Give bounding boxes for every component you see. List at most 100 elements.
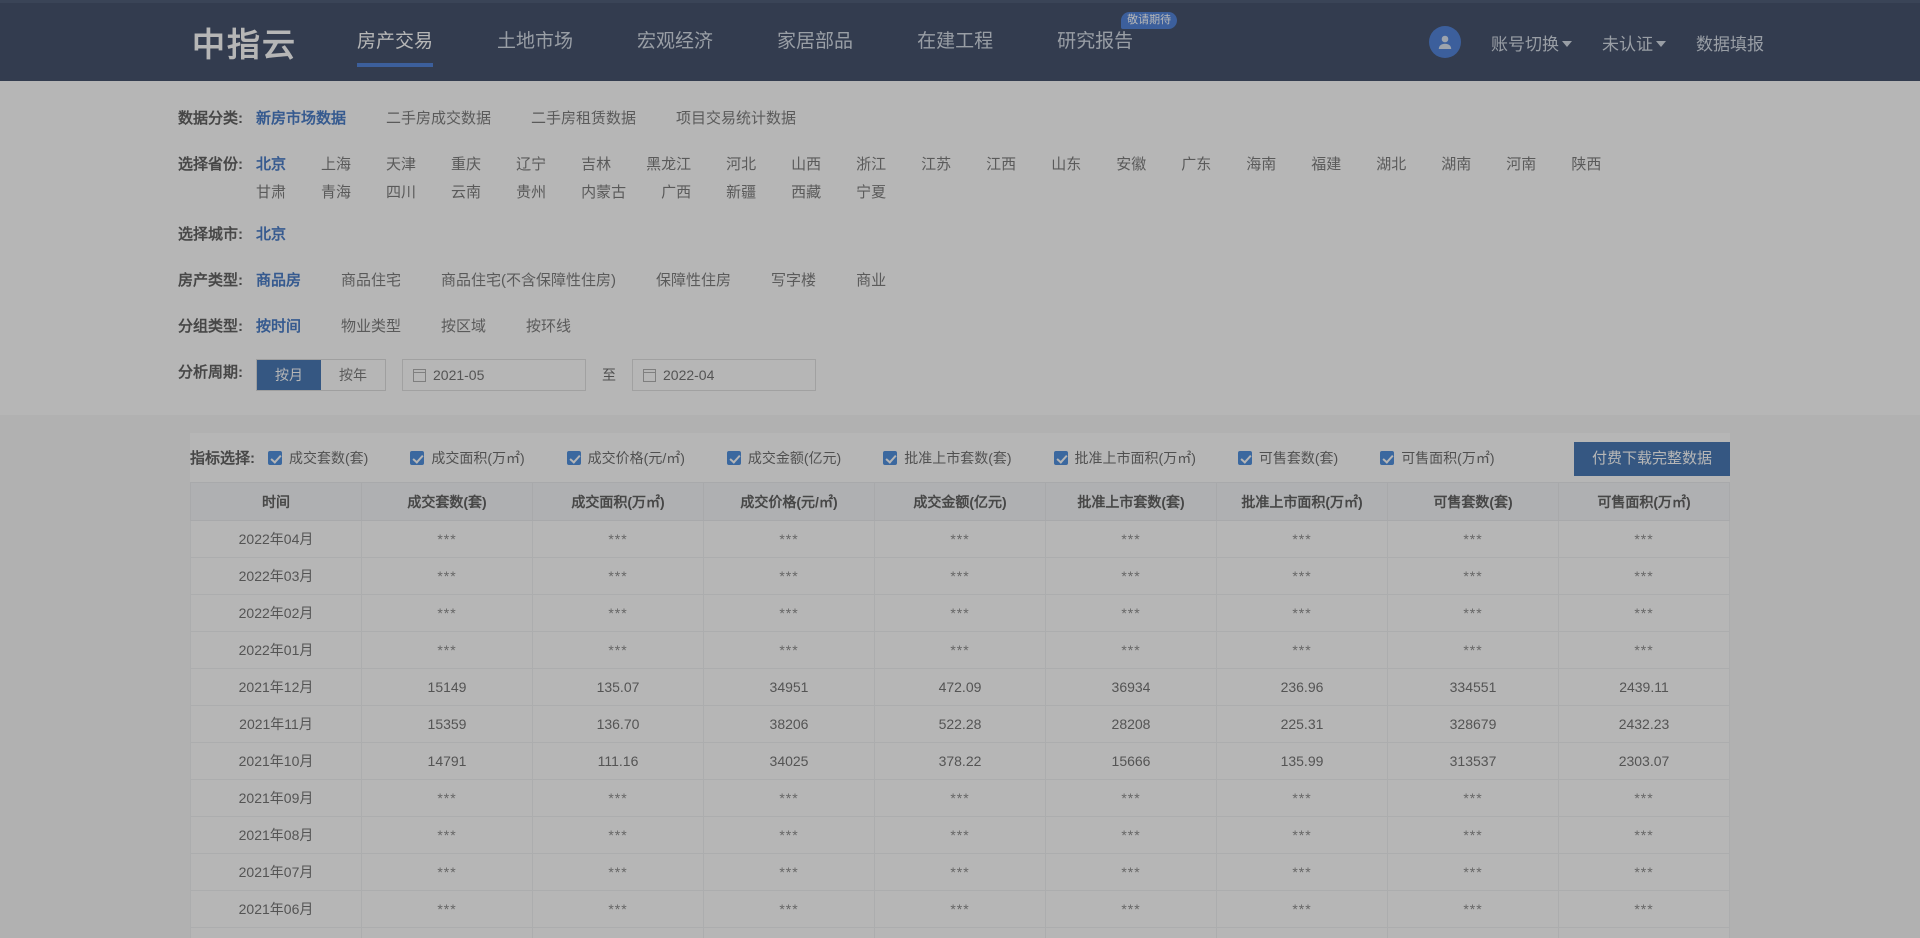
filter-option-group-type-4[interactable]: 按环线 xyxy=(526,313,571,341)
filter-option-province-22[interactable]: 甘肃 xyxy=(256,179,286,207)
filter-option-province-27[interactable]: 内蒙古 xyxy=(581,179,626,207)
indicator-checkbox-7[interactable]: 可售套数(套) xyxy=(1237,448,1339,468)
filter-option-property-type-1[interactable]: 商品房 xyxy=(256,267,301,295)
filter-option-province-1[interactable]: 北京 xyxy=(256,151,286,179)
table-cell-period: 2021年08月 xyxy=(190,816,362,854)
checkbox-checked-icon[interactable] xyxy=(726,450,741,465)
indicator-checkbox-1[interactable]: 成交套数(套) xyxy=(268,448,368,468)
filter-option-province-13[interactable]: 山东 xyxy=(1051,151,1081,179)
indicator-checkbox-6[interactable]: 批准上市面积(万㎡) xyxy=(1053,448,1196,468)
filter-option-province-29[interactable]: 新疆 xyxy=(726,179,756,207)
table-cell-period: 2022年04月 xyxy=(190,520,362,558)
filter-label-period: 分析周期: xyxy=(178,364,243,381)
filter-option-property-type-3[interactable]: 商品住宅(不含保障性住房) xyxy=(441,267,616,295)
filter-option-province-28[interactable]: 广西 xyxy=(661,179,691,207)
account-switch-menu[interactable]: 账号切换 xyxy=(1491,30,1572,55)
filter-option-data-category-1[interactable]: 新房市场数据 xyxy=(256,105,346,133)
filter-option-property-type-5[interactable]: 写字楼 xyxy=(771,267,816,295)
checkbox-checked-icon[interactable] xyxy=(1053,450,1068,465)
filter-option-province-4[interactable]: 重庆 xyxy=(451,151,481,179)
nav-item-5[interactable]: 在建工程 xyxy=(917,3,993,81)
filter-option-province-30[interactable]: 西藏 xyxy=(791,179,821,207)
filter-option-province-19[interactable]: 湖南 xyxy=(1441,151,1471,179)
download-full-data-button[interactable]: 付费下载完整数据 xyxy=(1573,442,1730,476)
nav-item-label: 房产交易 xyxy=(357,30,434,52)
indicator-checkbox-5[interactable]: 批准上市套数(套) xyxy=(883,448,1012,468)
site-logo[interactable]: 中指云 xyxy=(192,18,297,66)
table-cell-value: *** xyxy=(1045,816,1217,854)
indicator-checkbox-2[interactable]: 成交面积(万㎡) xyxy=(410,448,525,468)
filter-option-province-9[interactable]: 山西 xyxy=(791,151,821,179)
table-cell-value: *** xyxy=(1387,816,1559,854)
table-cell-value: 2432.23 xyxy=(1558,705,1730,743)
filter-option-province-24[interactable]: 四川 xyxy=(386,179,416,207)
filter-option-province-8[interactable]: 河北 xyxy=(726,151,756,179)
filter-option-province-7[interactable]: 黑龙江 xyxy=(646,151,691,179)
table-row: 2021年05月************************ xyxy=(190,927,1730,938)
indicator-label-text: 可售套数(套) xyxy=(1258,449,1339,466)
table-cell-value: *** xyxy=(703,853,875,891)
nav-item-label: 研究报告 xyxy=(1057,30,1134,52)
start-date-input[interactable]: 2021-05 xyxy=(402,359,586,391)
checkbox-checked-icon[interactable] xyxy=(410,450,425,465)
checkbox-checked-icon[interactable] xyxy=(1237,450,1252,465)
filter-option-province-17[interactable]: 福建 xyxy=(1311,151,1341,179)
filter-option-province-3[interactable]: 天津 xyxy=(386,151,416,179)
filter-option-city-1[interactable]: 北京 xyxy=(256,221,286,249)
filter-option-province-14[interactable]: 安徽 xyxy=(1116,151,1146,179)
avatar[interactable] xyxy=(1429,26,1461,58)
table-cell-value: *** xyxy=(874,779,1046,817)
filter-option-province-31[interactable]: 宁夏 xyxy=(856,179,886,207)
checkbox-checked-icon[interactable] xyxy=(883,450,898,465)
filter-option-province-15[interactable]: 广东 xyxy=(1181,151,1211,179)
nav-item-2[interactable]: 土地市场 xyxy=(497,3,573,81)
filter-option-province-25[interactable]: 云南 xyxy=(451,179,481,207)
filter-option-data-category-3[interactable]: 二手房租赁数据 xyxy=(531,105,636,133)
filter-option-group-type-1[interactable]: 按时间 xyxy=(256,313,301,341)
filter-option-province-2[interactable]: 上海 xyxy=(321,151,351,179)
nav-item-4[interactable]: 家居部品 xyxy=(777,3,853,81)
filter-option-province-12[interactable]: 江西 xyxy=(986,151,1016,179)
filter-option-province-26[interactable]: 贵州 xyxy=(516,179,546,207)
filter-option-group-type-2[interactable]: 物业类型 xyxy=(341,313,401,341)
indicator-checkbox-4[interactable]: 成交金额(亿元) xyxy=(726,448,841,468)
period-mode-year[interactable]: 按年 xyxy=(321,360,385,390)
filter-option-property-type-2[interactable]: 商品住宅 xyxy=(341,267,401,295)
table-header-row: 时间 成交套数(套) 成交面积(万㎡) 成交价格(元/㎡) 成交金额(亿元) 批准上市套数… xyxy=(190,482,1730,521)
nav-item-1[interactable]: 房产交易 xyxy=(357,3,434,81)
filter-option-province-6[interactable]: 吉林 xyxy=(581,151,611,179)
top-right-actions: 账号切换 未认证 数据填报 xyxy=(1429,3,1764,81)
table-cell-value: 136.70 xyxy=(532,705,704,743)
indicator-checkbox-8[interactable]: 可售面积(万㎡) xyxy=(1380,448,1495,468)
filter-option-property-type-6[interactable]: 商业 xyxy=(856,267,886,295)
filter-option-data-category-2[interactable]: 二手房成交数据 xyxy=(386,105,491,133)
period-mode-month[interactable]: 按月 xyxy=(257,360,321,390)
filter-option-province-5[interactable]: 辽宁 xyxy=(516,151,546,179)
checkbox-checked-icon[interactable] xyxy=(268,450,282,465)
filter-option-province-11[interactable]: 江苏 xyxy=(921,151,951,179)
filter-option-province-21[interactable]: 陕西 xyxy=(1571,151,1601,179)
period-mode-toggle: 按月 按年 xyxy=(256,359,386,391)
main-nav: 房产交易 土地市场 宏观经济 家居部品 在建工程 研究报告 敬请期待 xyxy=(357,3,1197,81)
table-cell-value: 28208 xyxy=(1045,705,1217,743)
indicator-checkbox-3[interactable]: 成交价格(元/㎡) xyxy=(566,448,685,468)
filter-option-province-20[interactable]: 河南 xyxy=(1506,151,1536,179)
filter-option-property-type-4[interactable]: 保障性住房 xyxy=(656,267,731,295)
nav-item-3[interactable]: 宏观经济 xyxy=(637,3,713,81)
checkbox-checked-icon[interactable] xyxy=(1380,450,1395,465)
filter-option-province-16[interactable]: 海南 xyxy=(1246,151,1276,179)
data-report-link[interactable]: 数据填报 xyxy=(1696,30,1764,55)
filter-option-province-10[interactable]: 浙江 xyxy=(856,151,886,179)
filter-option-data-category-4[interactable]: 项目交易统计数据 xyxy=(676,105,796,133)
filter-option-group-type-3[interactable]: 按区域 xyxy=(441,313,486,341)
filter-option-province-18[interactable]: 湖北 xyxy=(1376,151,1406,179)
nav-item-6[interactable]: 研究报告 敬请期待 xyxy=(1057,3,1178,81)
table-cell-value: *** xyxy=(703,594,875,632)
table-cell-value: 15149 xyxy=(361,668,533,706)
table-column-header-8: 可售套数(套) xyxy=(1387,482,1559,521)
table-cell-value: *** xyxy=(1558,520,1730,558)
checkbox-checked-icon[interactable] xyxy=(566,450,581,465)
filter-option-province-23[interactable]: 青海 xyxy=(321,179,351,207)
verify-status-menu[interactable]: 未认证 xyxy=(1602,30,1666,55)
end-date-input[interactable]: 2022-04 xyxy=(632,359,816,391)
